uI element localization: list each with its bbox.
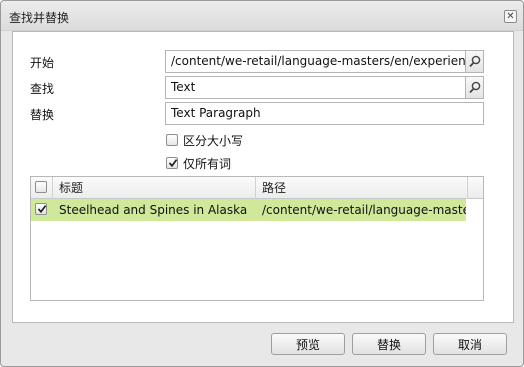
case-sensitive-label: 区分大小写 (183, 134, 244, 148)
column-header-path[interactable]: 路径 (256, 177, 468, 199)
form-panel: 开始 /content/we-retail/language-masters/e… (12, 31, 514, 323)
replace-label: 替换 (30, 108, 55, 122)
whole-words-label: 仅所有词 (183, 157, 232, 171)
row-path-cell: /content/we-retail/language-masters... (262, 203, 466, 217)
select-all-checkbox[interactable] (35, 181, 47, 193)
find-replace-dialog: 查找并替换 ✕ 开始 /content/we-retail/language-m… (0, 0, 524, 367)
start-label: 开始 (30, 56, 55, 70)
row-title-cell: Steelhead and Spines in Alaska (59, 203, 248, 217)
column-header-title[interactable]: 标题 (53, 177, 256, 199)
search-icon (469, 81, 481, 94)
find-input[interactable]: Text (165, 76, 466, 99)
table-row[interactable]: Steelhead and Spines in Alaska /content/… (31, 199, 466, 221)
close-icon[interactable]: ✕ (504, 10, 517, 23)
check-icon (37, 205, 47, 214)
check-icon (168, 159, 178, 168)
row-check-cell (31, 199, 53, 221)
start-path-input[interactable]: /content/we-retail/language-masters/en/e… (165, 50, 466, 73)
find-label: 查找 (30, 82, 55, 96)
results-grid: 标题 路径 Steelhead and Spines in Alaska /co… (30, 176, 484, 301)
search-icon (469, 55, 481, 68)
replace-input[interactable]: Text Paragraph (165, 102, 484, 125)
find-search-button[interactable] (465, 76, 484, 99)
case-sensitive-checkbox[interactable] (166, 134, 178, 146)
start-browse-button[interactable] (465, 50, 484, 73)
dialog-titlebar[interactable]: 查找并替换 ✕ (1, 1, 523, 31)
dialog-title: 查找并替换 (9, 11, 70, 25)
grid-header: 标题 路径 (31, 177, 483, 199)
whole-words-checkbox[interactable] (166, 157, 178, 169)
row-checkbox[interactable] (35, 203, 47, 215)
cancel-button[interactable]: 取消 (433, 333, 507, 355)
preview-button[interactable]: 预览 (271, 333, 345, 355)
select-all-header (31, 177, 53, 199)
replace-button[interactable]: 替换 (352, 333, 426, 355)
